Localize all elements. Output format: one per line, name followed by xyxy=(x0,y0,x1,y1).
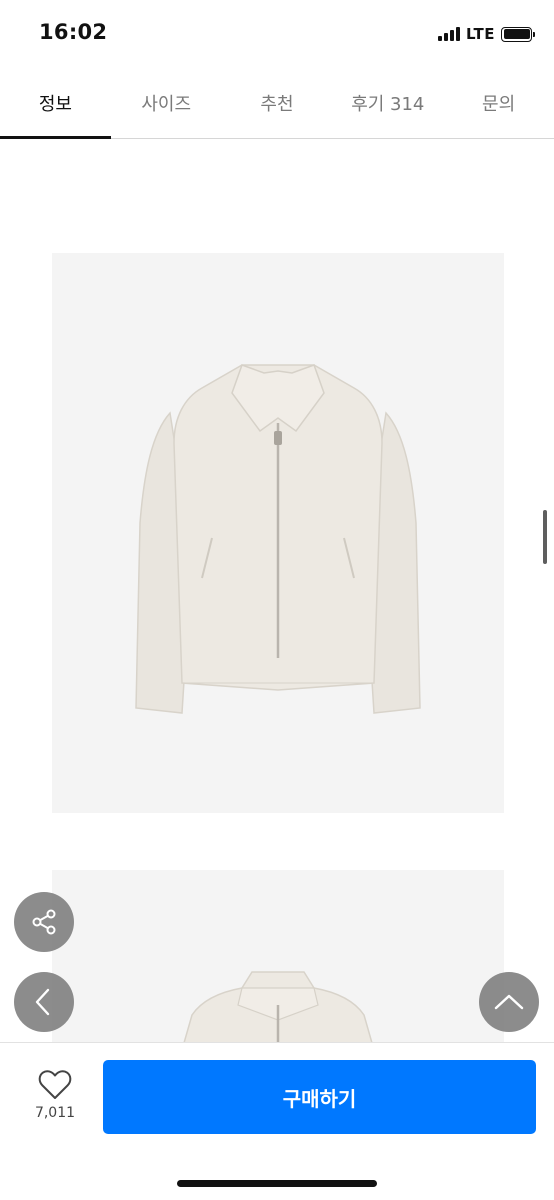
scrollbar[interactable] xyxy=(543,510,547,564)
buy-button[interactable]: 구매하기 xyxy=(103,1060,536,1134)
chevron-up-icon xyxy=(494,994,524,1010)
home-indicator xyxy=(177,1180,377,1187)
signal-icon xyxy=(437,27,460,41)
jacket-illustration xyxy=(52,253,504,813)
status-time: 16:02 xyxy=(39,20,108,44)
product-tabs: 정보 사이즈 추천 후기 314 문의 xyxy=(0,68,554,139)
status-bar: 16:02 LTE xyxy=(0,0,554,68)
product-image-detail xyxy=(52,870,504,1050)
tab-reviews[interactable]: 후기 314 xyxy=(332,68,443,138)
jacket-illustration-partial xyxy=(52,870,504,1050)
heart-icon xyxy=(38,1070,72,1099)
tab-inquiry[interactable]: 문의 xyxy=(443,68,554,138)
share-icon xyxy=(32,909,56,935)
tab-info[interactable]: 정보 xyxy=(0,68,111,139)
status-indicators: LTE xyxy=(437,24,535,44)
back-button[interactable] xyxy=(14,972,74,1032)
like-button[interactable]: 7,011 xyxy=(22,1069,88,1121)
share-button[interactable] xyxy=(14,892,74,952)
product-image-front xyxy=(52,253,504,813)
network-type: LTE xyxy=(465,25,495,43)
like-count: 7,011 xyxy=(34,1105,76,1121)
chevron-left-icon xyxy=(35,988,50,1016)
scroll-top-button[interactable] xyxy=(479,972,539,1032)
battery-icon xyxy=(501,26,535,42)
bottom-action-bar: 7,011 구매하기 xyxy=(0,1042,554,1200)
tab-recommend[interactable]: 추천 xyxy=(222,68,333,138)
tab-size[interactable]: 사이즈 xyxy=(111,68,222,138)
